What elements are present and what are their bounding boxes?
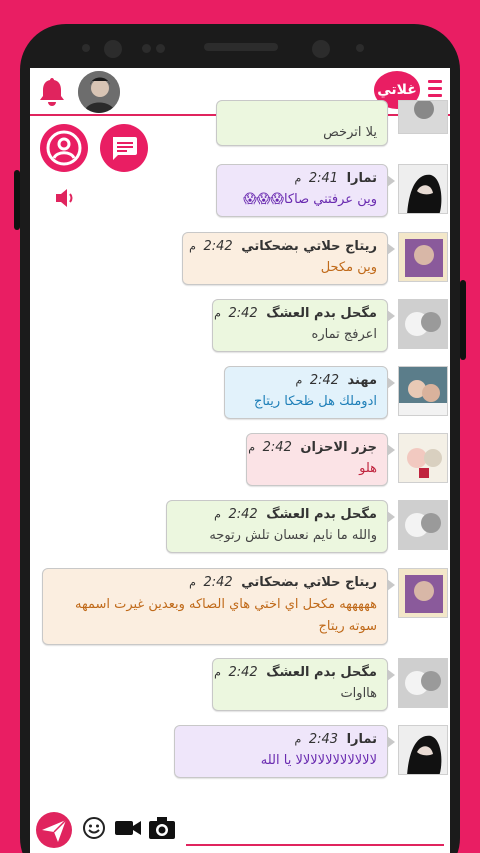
message-header: ريتاج حلاتي بضحكاتي 2:42 م bbox=[189, 239, 377, 254]
message-time: 2:42 bbox=[203, 575, 233, 590]
person-circle-icon bbox=[46, 130, 82, 166]
input-underline bbox=[186, 844, 444, 846]
message-time: 2:42 bbox=[262, 440, 292, 455]
phone-side-button bbox=[460, 280, 466, 360]
message-ampm: م bbox=[214, 666, 221, 679]
avatar[interactable] bbox=[398, 568, 448, 618]
sender-name[interactable]: تمارا bbox=[347, 732, 377, 747]
message-ampm: م bbox=[294, 172, 302, 185]
message-text: هلو bbox=[359, 461, 377, 476]
message-ampm: م bbox=[295, 374, 303, 387]
sender-name[interactable]: ريتاج حلاتي بضحكاتي bbox=[241, 239, 377, 254]
message-bubble[interactable]: تمارا 2:41 م وين عرفتني صاكا😱😱😱 bbox=[216, 164, 395, 217]
message-bubble[interactable]: ريتاج حلاتي بضحكاتي 2:42 م وين مكحل bbox=[182, 232, 395, 285]
message-time: 2:42 bbox=[228, 665, 258, 680]
message-text: اعرفج تماره bbox=[311, 327, 377, 342]
message-time: 2:42 bbox=[228, 507, 258, 522]
smiley-icon[interactable] bbox=[82, 816, 106, 840]
sensor-dot bbox=[156, 44, 165, 53]
bell-icon[interactable] bbox=[38, 76, 66, 106]
sender-name[interactable]: مهند bbox=[348, 373, 377, 388]
message-header: مگحل بدم العشگ 2:42 م bbox=[214, 665, 377, 680]
message-bubble[interactable]: مهند 2:42 م ادوملك هل ظحكا ريتاج bbox=[224, 366, 395, 419]
avatar[interactable] bbox=[398, 100, 448, 134]
message-header: ريتاج حلاتي بضحكاتي 2:42 م bbox=[53, 575, 377, 590]
avatar[interactable] bbox=[78, 71, 120, 113]
sender-name[interactable]: مگحل بدم العشگ bbox=[266, 306, 377, 321]
message-header: جزر الاحزان 2:42 م bbox=[248, 440, 377, 455]
message-ampm: م bbox=[214, 307, 221, 320]
message-bubble[interactable]: مگحل بدم العشگ 2:42 م هااوات bbox=[212, 658, 395, 711]
phone-side-button bbox=[14, 170, 20, 230]
message-input[interactable] bbox=[186, 814, 444, 842]
sensor-dot bbox=[82, 44, 90, 52]
avatar[interactable] bbox=[398, 433, 448, 483]
video-camera-icon[interactable] bbox=[114, 818, 142, 838]
message-header: تمارا 2:41 م bbox=[227, 171, 378, 186]
avatar[interactable] bbox=[398, 500, 448, 550]
message-bubble[interactable]: جزر الاحزان 2:42 م هلو bbox=[246, 433, 395, 486]
message-text: وين عرفتني صاكا😱😱😱 bbox=[243, 192, 377, 207]
message-bubble[interactable]: مگحل بدم العشگ 2:42 م اعرفج تماره bbox=[212, 299, 395, 352]
message-text: يلا اترخص bbox=[323, 125, 377, 140]
send-button[interactable] bbox=[36, 812, 72, 848]
message-bubble[interactable]: ريتاج حلاتي بضحكاتي 2:42 م هههههه مكحل ا… bbox=[42, 568, 395, 645]
message-ampm: م bbox=[294, 733, 302, 746]
message-composer bbox=[30, 796, 450, 853]
message-ampm: م bbox=[189, 240, 196, 253]
sender-name[interactable]: جزر الاحزان bbox=[300, 440, 377, 455]
avatar[interactable] bbox=[398, 232, 448, 282]
sensor-dot bbox=[356, 44, 364, 52]
avatar[interactable] bbox=[398, 299, 448, 349]
chat-button[interactable] bbox=[100, 124, 148, 172]
sender-name[interactable]: ريتاج حلاتي بضحكاتي bbox=[241, 575, 377, 590]
profile-button[interactable] bbox=[40, 124, 88, 172]
avatar[interactable] bbox=[398, 164, 448, 214]
message-ampm: م bbox=[214, 508, 221, 521]
message-time: 2:42 bbox=[203, 239, 233, 254]
message-text: هههههه مكحل اي اختي هاي الصاكه وبعدين غي… bbox=[74, 597, 377, 634]
photo-camera-icon[interactable] bbox=[148, 816, 176, 840]
message-bubble[interactable]: تمارا 2:43 م لالالالالالالالالالالا يا ا… bbox=[174, 725, 395, 778]
message-text: لالالالالالالالالالالا يا الله bbox=[260, 753, 377, 768]
message-time: 2:42 bbox=[309, 373, 340, 388]
message-header: تمارا 2:43 م bbox=[185, 732, 378, 747]
message-time: 2:43 bbox=[308, 732, 339, 747]
message-bubble[interactable]: يلا اترخص bbox=[216, 100, 388, 146]
chat-bubble-icon bbox=[113, 137, 137, 160]
message-header: مهند 2:42 م bbox=[235, 373, 377, 388]
message-bubble[interactable]: مگحل بدم العشگ 2:42 م والله ما نايم نعسا… bbox=[166, 500, 395, 553]
avatar[interactable] bbox=[398, 725, 448, 775]
send-arrow-icon bbox=[42, 819, 67, 842]
speaker-icon[interactable] bbox=[54, 186, 80, 210]
message-time: 2:42 bbox=[228, 306, 258, 321]
message-time: 2:41 bbox=[308, 171, 339, 186]
hamburger-menu-icon[interactable] bbox=[428, 80, 442, 98]
message-header: مگحل بدم العشگ 2:42 م bbox=[214, 306, 377, 321]
message-header: مگحل بدم العشگ 2:42 م bbox=[177, 507, 377, 522]
message-text: ادوملك هل ظحكا ريتاج bbox=[253, 394, 377, 409]
avatar[interactable] bbox=[398, 658, 448, 708]
front-camera bbox=[312, 40, 330, 58]
message-ampm: م bbox=[189, 576, 196, 589]
message-text: وين مكحل bbox=[320, 260, 377, 275]
sensor-dot bbox=[142, 44, 151, 53]
sender-name[interactable]: مگحل بدم العشگ bbox=[266, 507, 377, 522]
earpiece-speaker bbox=[204, 43, 278, 51]
message-ampm: م bbox=[248, 441, 256, 454]
sender-name[interactable]: تمارا bbox=[347, 171, 377, 186]
message-text: والله ما نايم نعسان تلش رتوجه bbox=[209, 528, 377, 543]
app-screen: غلاتي يلا اترخص تمارا 2:41 م وين عرفتني … bbox=[30, 68, 450, 853]
front-camera bbox=[104, 40, 122, 58]
sender-name[interactable]: مگحل بدم العشگ bbox=[266, 665, 377, 680]
message-text: هااوات bbox=[340, 686, 377, 701]
avatar[interactable] bbox=[398, 366, 448, 416]
